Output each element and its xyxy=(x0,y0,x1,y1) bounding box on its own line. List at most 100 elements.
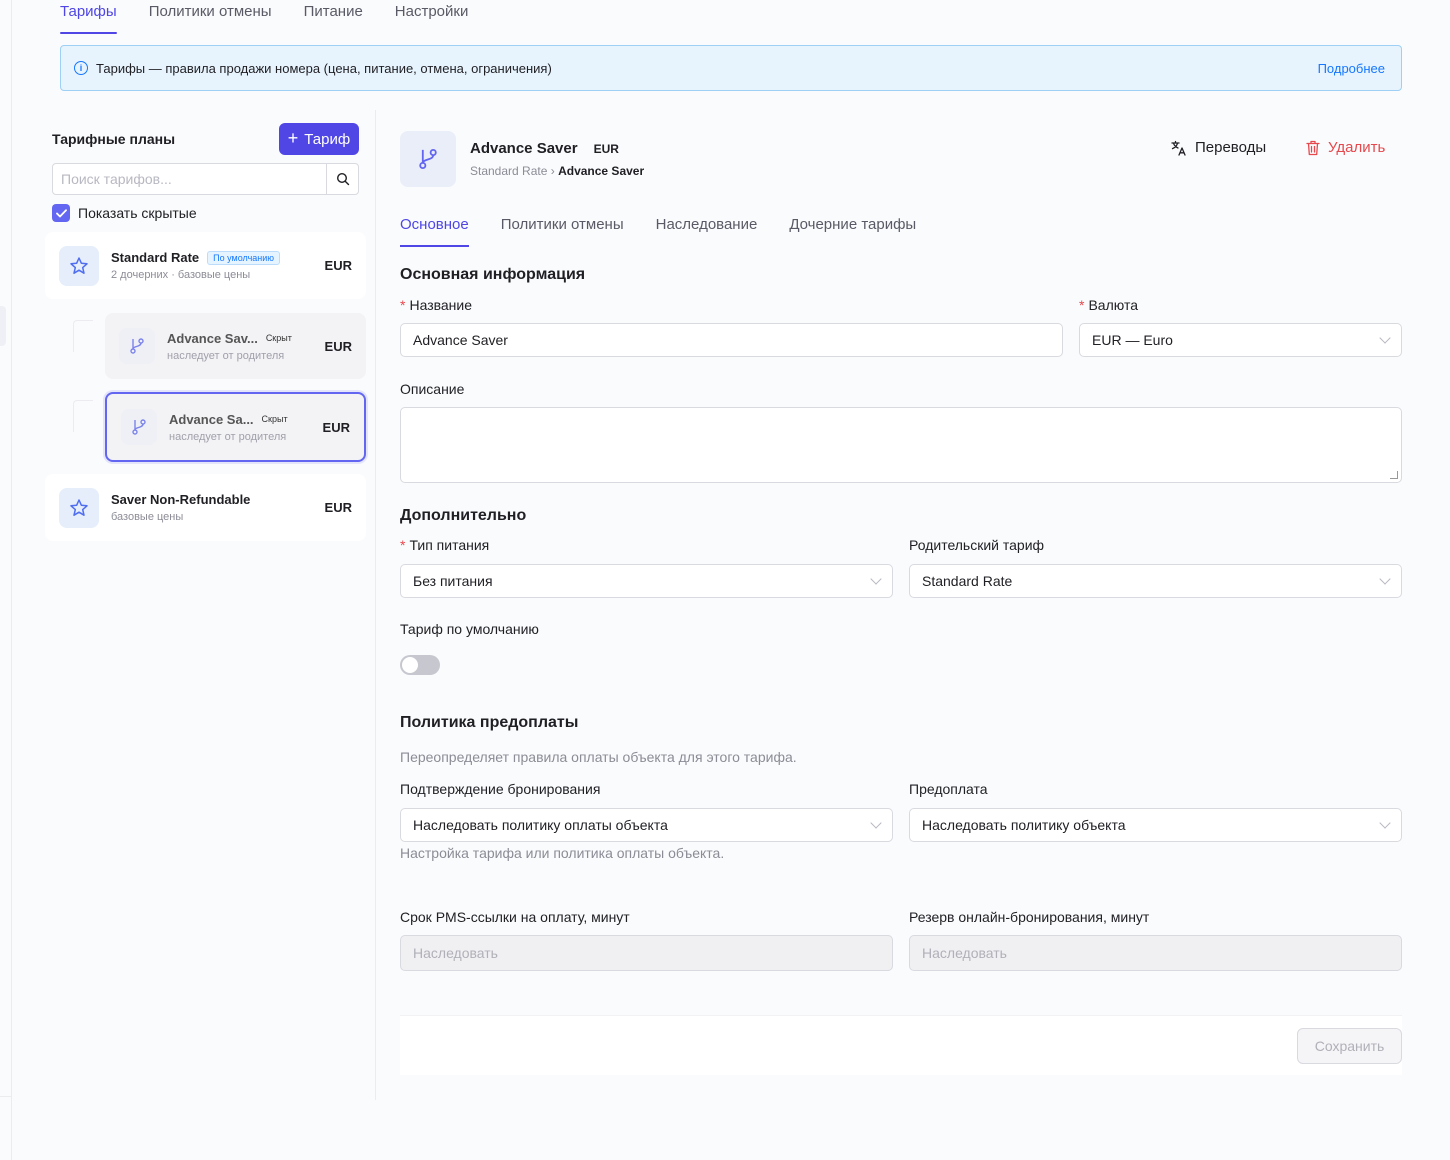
meal-select-value: Без питания xyxy=(413,573,493,589)
rate-subtitle: наследует от родителя xyxy=(169,430,287,443)
rate-card-advance-saver-2[interactable]: Advance Sa... Скрыт наследует от родител… xyxy=(105,392,366,462)
tab-rate-cancellation[interactable]: Политики отмены xyxy=(501,216,624,247)
rate-currency: EUR xyxy=(324,258,352,273)
hidden-badge: Скрыт xyxy=(265,333,292,343)
delete-button[interactable]: Удалить xyxy=(1306,139,1385,156)
rate-currency: EUR xyxy=(322,419,350,435)
add-rate-label: Тариф xyxy=(304,130,351,148)
prepayment-label: Предоплата xyxy=(909,781,988,797)
description-label: Описание xyxy=(400,381,465,397)
chevron-down-icon xyxy=(870,573,882,585)
breadcrumb: Standard Rate › Advance Saver xyxy=(470,164,644,178)
parent-rate-value: Standard Rate xyxy=(922,573,1013,589)
star-icon xyxy=(59,245,99,286)
rate-name: Advance Sa... xyxy=(169,411,254,427)
tab-cancellation-policies[interactable]: Политики отмены xyxy=(149,0,272,34)
prepayment-select[interactable]: Наследовать политику объекта xyxy=(909,808,1402,842)
show-hidden-checkbox[interactable] xyxy=(52,204,70,222)
tab-settings[interactable]: Настройки xyxy=(395,0,469,34)
banner-text: Тарифы — правила продажи номера (цена, п… xyxy=(96,60,552,76)
description-textarea[interactable] xyxy=(400,407,1402,483)
confirmation-label: Подтверждение бронирования xyxy=(400,781,601,797)
star-icon xyxy=(59,487,99,528)
translations-label: Переводы xyxy=(1195,139,1267,156)
search-icon xyxy=(336,172,349,186)
currency-label: * Валюта xyxy=(1079,297,1138,313)
breadcrumb-parent[interactable]: Standard Rate xyxy=(470,164,547,178)
rate-card-saver-non-refundable[interactable]: Saver Non-Refundable базовые цены EUR xyxy=(45,474,366,541)
sidebar-title: Тарифные планы xyxy=(52,131,176,147)
rate-name: Advance Sav... xyxy=(167,330,258,346)
chevron-down-icon xyxy=(1379,573,1391,585)
tab-rates[interactable]: Тарифы xyxy=(60,0,117,34)
rail-active-marker xyxy=(0,306,6,346)
hidden-badge: Скрыт xyxy=(261,414,288,424)
trash-icon xyxy=(1306,140,1320,155)
branch-icon xyxy=(119,328,155,364)
breadcrumb-separator: › xyxy=(550,164,555,178)
name-label: * Название xyxy=(400,297,473,313)
confirmation-value: Наследовать политику оплаты объекта xyxy=(413,817,668,833)
breadcrumb-current: Advance Saver xyxy=(558,164,645,178)
rate-card-advance-saver-1[interactable]: Advance Sav... Скрыт наследует от родите… xyxy=(105,313,366,379)
rate-currency: EUR xyxy=(324,338,352,354)
rate-title-currency: EUR xyxy=(593,141,619,156)
currency-select[interactable]: EUR — Euro xyxy=(1079,323,1402,357)
tree-connector xyxy=(73,320,93,352)
online-reserve-label: Резерв онлайн-бронирования, минут xyxy=(909,909,1150,925)
search-button[interactable] xyxy=(326,164,358,194)
panel-divider xyxy=(375,110,376,1100)
rate-name: Saver Non-Refundable xyxy=(111,492,251,507)
banner-more-link[interactable]: Подробнее xyxy=(1318,61,1385,76)
top-tabs: Тарифы Политики отмены Питание Настройки xyxy=(60,0,468,34)
prepay-description: Переопределяет правила оплаты объекта дл… xyxy=(400,749,797,765)
extra-heading: Дополнительно xyxy=(400,507,527,524)
name-input[interactable]: Advance Saver xyxy=(400,323,1063,357)
chevron-down-icon xyxy=(870,817,882,829)
switch-knob xyxy=(402,657,418,673)
basic-info-heading: Основная информация xyxy=(400,266,586,283)
show-hidden-label: Показать скрытые xyxy=(78,205,197,221)
confirmation-select[interactable]: Наследовать политику оплаты объекта xyxy=(400,808,893,842)
add-rate-button[interactable]: + Тариф xyxy=(279,123,359,155)
resize-handle-icon[interactable] xyxy=(1390,471,1398,479)
prepayment-value: Наследовать политику объекта xyxy=(922,817,1126,833)
confirmation-helper: Настройка тарифа или политика оплаты объ… xyxy=(400,845,725,861)
delete-label: Удалить xyxy=(1328,139,1386,156)
meal-select[interactable]: Без питания xyxy=(400,564,893,598)
tab-basic[interactable]: Основное xyxy=(400,216,469,247)
tree-connector xyxy=(73,400,93,432)
save-button[interactable]: Сохранить xyxy=(1297,1028,1402,1064)
prepay-heading: Политика предоплаты xyxy=(400,714,579,731)
pms-link-label: Срок PMS-ссылки на оплату, минут xyxy=(400,909,630,925)
tab-inheritance[interactable]: Наследование xyxy=(656,216,758,247)
search-input[interactable] xyxy=(53,164,326,194)
rate-subtitle: наследует от родителя xyxy=(167,349,285,362)
rate-subtitle: 2 дочерних · базовые цены xyxy=(111,269,251,281)
rate-name: Standard Rate xyxy=(111,250,200,265)
rate-title-text: Advance Saver xyxy=(470,140,578,157)
info-icon: i xyxy=(74,61,88,75)
parent-rate-select[interactable]: Standard Rate xyxy=(909,564,1402,598)
meal-label: * Тип питания xyxy=(400,537,490,553)
default-rate-label: Тариф по умолчанию xyxy=(400,621,539,637)
show-hidden-toggle[interactable]: Показать скрытые xyxy=(52,204,197,222)
translate-icon xyxy=(1171,140,1186,156)
left-rail xyxy=(0,0,12,1160)
rate-card-standard[interactable]: Standard Rate По умолчанию 2 дочерних · … xyxy=(45,232,366,299)
tab-child-rates[interactable]: Дочерние тарифы xyxy=(789,216,916,247)
rate-search xyxy=(52,163,359,195)
rail-divider xyxy=(0,1096,12,1097)
rate-title: Advance Saver EUR xyxy=(470,140,619,157)
translations-button[interactable]: Переводы xyxy=(1171,139,1266,156)
rate-tabs: Основное Политики отмены Наследование До… xyxy=(400,216,916,247)
parent-rate-label: Родительский тариф xyxy=(909,537,1045,553)
default-badge: По умолчанию xyxy=(207,250,281,265)
default-rate-switch[interactable] xyxy=(400,655,440,675)
tab-meals[interactable]: Питание xyxy=(304,0,363,34)
online-reserve-input[interactable]: Наследовать xyxy=(909,935,1402,971)
rate-subtitle: базовые цены xyxy=(111,511,184,523)
branch-icon xyxy=(400,131,456,187)
chevron-down-icon xyxy=(1379,332,1391,344)
pms-link-input[interactable]: Наследовать xyxy=(400,935,893,971)
